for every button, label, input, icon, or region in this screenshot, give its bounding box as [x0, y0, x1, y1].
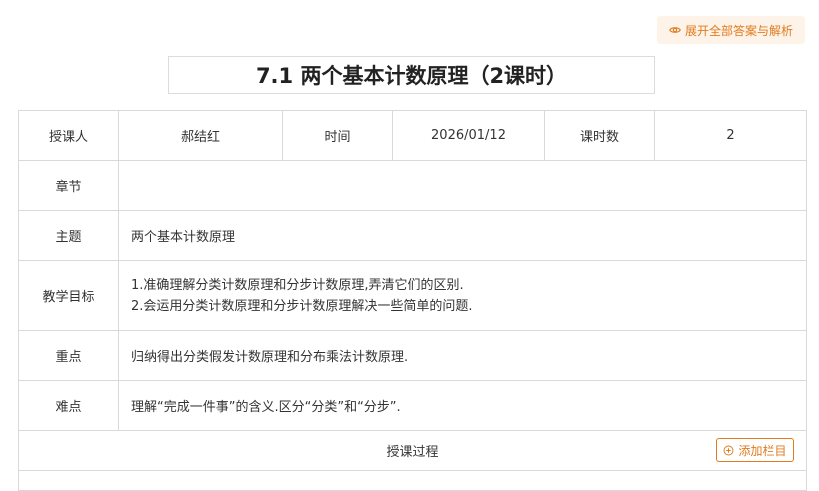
goals-row: 教学目标 1.准确理解分类计数原理和分步计数原理,弄清它们的区别. 2.会运用分… [18, 260, 807, 331]
process-body [18, 470, 807, 491]
difficulties-value[interactable]: 理解“完成一件事”的含义.区分“分类”和“分步”. [118, 380, 807, 431]
process-label: 授课过程 [386, 445, 439, 460]
hours-value: 2 [654, 110, 807, 161]
chapter-label: 章节 [18, 160, 119, 211]
process-header: 授课过程 添加栏目 [18, 430, 807, 471]
lesson-title-text: 7.1 两个基本计数原理（2课时） [255, 64, 568, 88]
chapter-row: 章节 [18, 160, 807, 211]
topic-value[interactable]: 两个基本计数原理 [118, 210, 807, 261]
difficulties-row: 难点 理解“完成一件事”的含义.区分“分类”和“分步”. [18, 380, 807, 431]
goals-label: 教学目标 [18, 260, 119, 331]
hours-label: 课时数 [544, 110, 655, 161]
add-section-label: 添加栏目 [738, 443, 787, 458]
teacher-label: 授课人 [18, 110, 119, 161]
plus-circle-icon [724, 445, 734, 455]
goal-line-1: 1.准确理解分类计数原理和分步计数原理,弄清它们的区别. [131, 277, 464, 293]
goal-line-2: 2.会运用分类计数原理和分步计数原理解决一些简单的问题. [131, 298, 473, 314]
difficulties-label: 难点 [18, 380, 119, 431]
expand-all-answers-label: 展开全部答案与解析 [684, 23, 793, 38]
goals-value[interactable]: 1.准确理解分类计数原理和分步计数原理,弄清它们的区别. 2.会运用分类计数原理… [118, 260, 807, 331]
process-row: 授课过程 添加栏目 [18, 430, 807, 471]
topic-row: 主题 两个基本计数原理 [18, 210, 807, 261]
lesson-title: 7.1 两个基本计数原理（2课时） [168, 56, 655, 94]
teacher-value: 郝结红 [118, 110, 283, 161]
key-points-row: 重点 归纳得出分类假发计数原理和分布乘法计数原理. [18, 330, 807, 381]
topic-label: 主题 [18, 210, 119, 261]
expand-all-answers-button[interactable]: 展开全部答案与解析 [657, 16, 805, 44]
lesson-plan-table: 授课人 郝结红 时间 2026/01/12 课时数 2 章节 主题 两个基本计数… [18, 110, 807, 491]
eye-icon [669, 27, 681, 33]
key-points-value[interactable]: 归纳得出分类假发计数原理和分布乘法计数原理. [118, 330, 807, 381]
time-value: 2026/01/12 [392, 110, 545, 161]
add-section-button[interactable]: 添加栏目 [716, 438, 794, 462]
time-label: 时间 [282, 110, 393, 161]
info-row: 授课人 郝结红 时间 2026/01/12 课时数 2 [18, 110, 807, 161]
process-body-row [18, 470, 807, 491]
chapter-value[interactable] [118, 160, 807, 211]
key-points-label: 重点 [18, 330, 119, 381]
